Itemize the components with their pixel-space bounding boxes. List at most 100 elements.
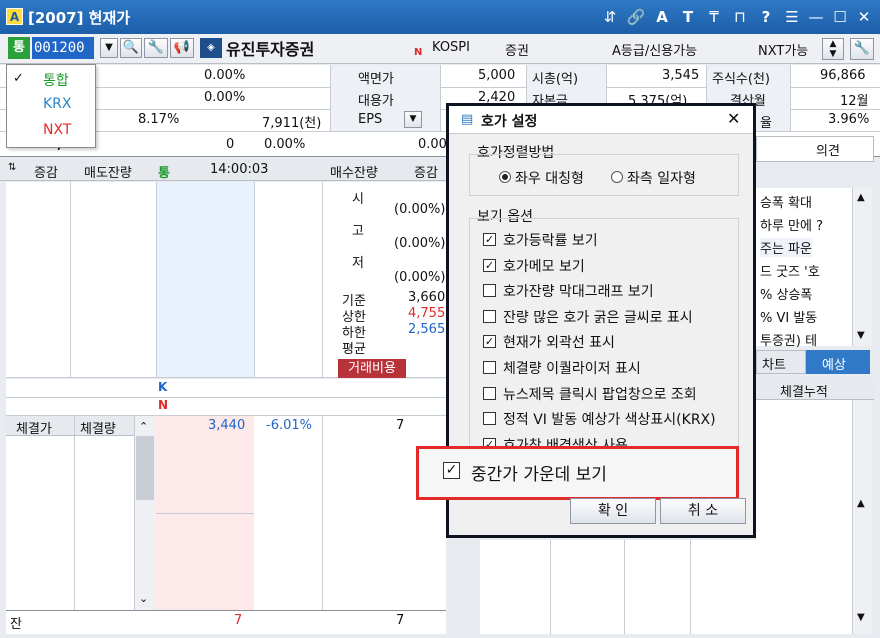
radio-symmetric-label: 좌우 대칭형 [515,171,584,187]
face-value: 5,000 [478,68,516,83]
news-scrollbar[interactable] [852,188,872,346]
pushpin-icon[interactable]: ₸ [704,6,724,28]
news-item[interactable]: 하루 만에 ? [760,215,823,234]
news-scroll-down-icon[interactable]: ▼ [857,330,865,341]
help-icon[interactable]: ? [756,6,776,28]
menu-icon[interactable]: ☰ [782,6,802,28]
option-checkbox[interactable]: ✓ [483,335,496,348]
news-item[interactable]: 드 굿즈 '호 [760,261,820,280]
market-dropdown-menu: ✓ 통합 KRX NXT [6,64,96,148]
side-label-high: 고 [352,224,364,239]
nxt-mark: N [414,47,423,58]
trade-price: 3,440 [208,418,246,433]
font-t-icon[interactable]: T [678,6,698,28]
radio-symmetric[interactable] [499,171,511,183]
low-rate: (0.00%) [394,270,446,285]
footer-row [6,610,446,634]
market-cap-label: 시총(억) [532,72,579,87]
option-checkbox[interactable] [483,284,496,297]
market-cap-value: 3,545 [662,68,700,83]
stat-label-avg: 평균 [342,342,366,357]
cum-scroll-up-icon[interactable]: ▲ [857,498,865,509]
megaphone-icon[interactable]: 📢 [170,38,194,58]
option-checkbox[interactable]: ✓ [483,259,496,272]
trade-rate: -6.01% [266,418,312,433]
cum-scrollbar[interactable] [852,400,872,634]
window-title: [2007] 현재가 [28,9,131,27]
nxt-marker: N [158,398,169,412]
eps-label: EPS [358,112,383,127]
radio-left-aligned-label: 좌측 일자형 [627,171,696,187]
option-checkbox[interactable]: ✓ [483,233,496,246]
nxt-status: NXT가능 [758,44,809,59]
ok-button[interactable]: 확 인 [570,498,656,524]
shares-value: 96,866 [820,68,866,83]
scroll-down-icon[interactable]: ⌄ [139,592,148,605]
market-badge[interactable]: 통 [8,37,30,59]
tab-opinion[interactable]: 의견 [816,140,840,159]
row4-value: 0 [226,137,235,152]
trade-col-qty: 체결량 [80,422,116,437]
pin-icon[interactable]: ⇵ [600,6,620,28]
minimize-icon[interactable]: — [806,6,826,28]
hoga-col-change-buy: 증감 [414,166,438,181]
option-checkbox[interactable] [483,310,496,323]
shares-label: 주식수(천) [712,72,770,87]
news-item[interactable]: 주는 파운 [760,238,812,257]
middle-price-label: 중간가 가운데 보기 [471,465,607,485]
option-checkbox[interactable] [483,387,496,400]
option-checkbox[interactable] [483,361,496,374]
company-logo-icon: ◈ [200,38,222,58]
scroll-thumb[interactable] [136,436,154,500]
menu-item-tonghap[interactable]: 통합 [43,70,69,90]
link-icon[interactable]: 🔗 [626,6,646,28]
news-item[interactable]: 투증권) 테 [760,330,817,349]
option-label: 정적 VI 발동 예상가 색상표시(KRX) [503,412,716,428]
fiscal-value: 12월 [840,94,869,109]
tab-chart-label: 차트 [762,358,786,373]
trade-qty: 7 [396,418,405,433]
title-bar: A [2007] 현재가 ⇵ 🔗 A T ₸ ⊓ ? ☰ — ☐ ✕ [0,0,880,34]
maximize-icon[interactable]: ☐ [830,6,850,28]
dialog-close-icon[interactable]: ✕ [727,109,740,128]
cancel-button[interactable]: 취 소 [660,498,746,524]
news-scroll-up-icon[interactable]: ▲ [857,192,865,203]
news-item[interactable]: % 상승폭 [760,284,812,303]
dialog-doc-icon: ▤ [461,112,474,127]
code-dropdown-icon[interactable]: ▼ [100,38,118,58]
lower-middle-area [480,540,756,634]
cum-scroll-down-icon[interactable]: ▼ [857,612,865,623]
hoga-time: 14:00:03 [210,162,269,177]
scroll-up-icon[interactable]: ⌃ [139,420,148,433]
sort-icon[interactable]: ⇅ [8,162,16,173]
scroll-arrows-icon[interactable]: ▲ ▼ [822,38,844,60]
option-checkbox[interactable] [483,412,496,425]
rate-1: 0.00% [204,68,246,83]
menu-item-krx[interactable]: KRX [43,96,72,112]
radio-left-aligned[interactable] [611,171,623,183]
middle-price-checkbox[interactable]: ✓ [443,462,460,479]
row4-rate2: 0.00 [418,137,447,152]
news-item[interactable]: 승폭 확대 [760,192,812,211]
highlight-option-box: ✓ 중간가 가운데 보기 [416,446,739,500]
news-item[interactable]: % VI 발동 [760,307,817,326]
window-snap-icon[interactable]: ⊓ [730,6,750,28]
wrench-icon[interactable]: 🔧 [144,38,168,58]
face-value-label: 액면가 [358,72,394,87]
substitute-label: 대용가 [358,94,394,109]
row4-rate: 0.00% [264,137,306,152]
stock-code-input[interactable]: 001200 [32,37,94,59]
tab-expected-label: 예상 [822,358,846,373]
trade-cost-button[interactable]: 거래비용 [338,359,406,378]
eps-dropdown-icon[interactable]: ▼ [404,111,422,128]
option-label: 호가메모 보기 [503,259,585,275]
cum-volume-label: 체결누적 [780,385,828,400]
font-a-icon[interactable]: A [652,6,672,28]
close-icon[interactable]: ✕ [854,6,874,28]
search-icon[interactable]: 🔍 [120,38,142,58]
rate-2: 0.00% [204,90,246,105]
right-tab-area [756,136,874,162]
check-icon: ✓ [13,71,24,86]
settings-wrench-icon[interactable]: 🔧 [850,38,874,60]
menu-item-nxt[interactable]: NXT [43,122,71,138]
